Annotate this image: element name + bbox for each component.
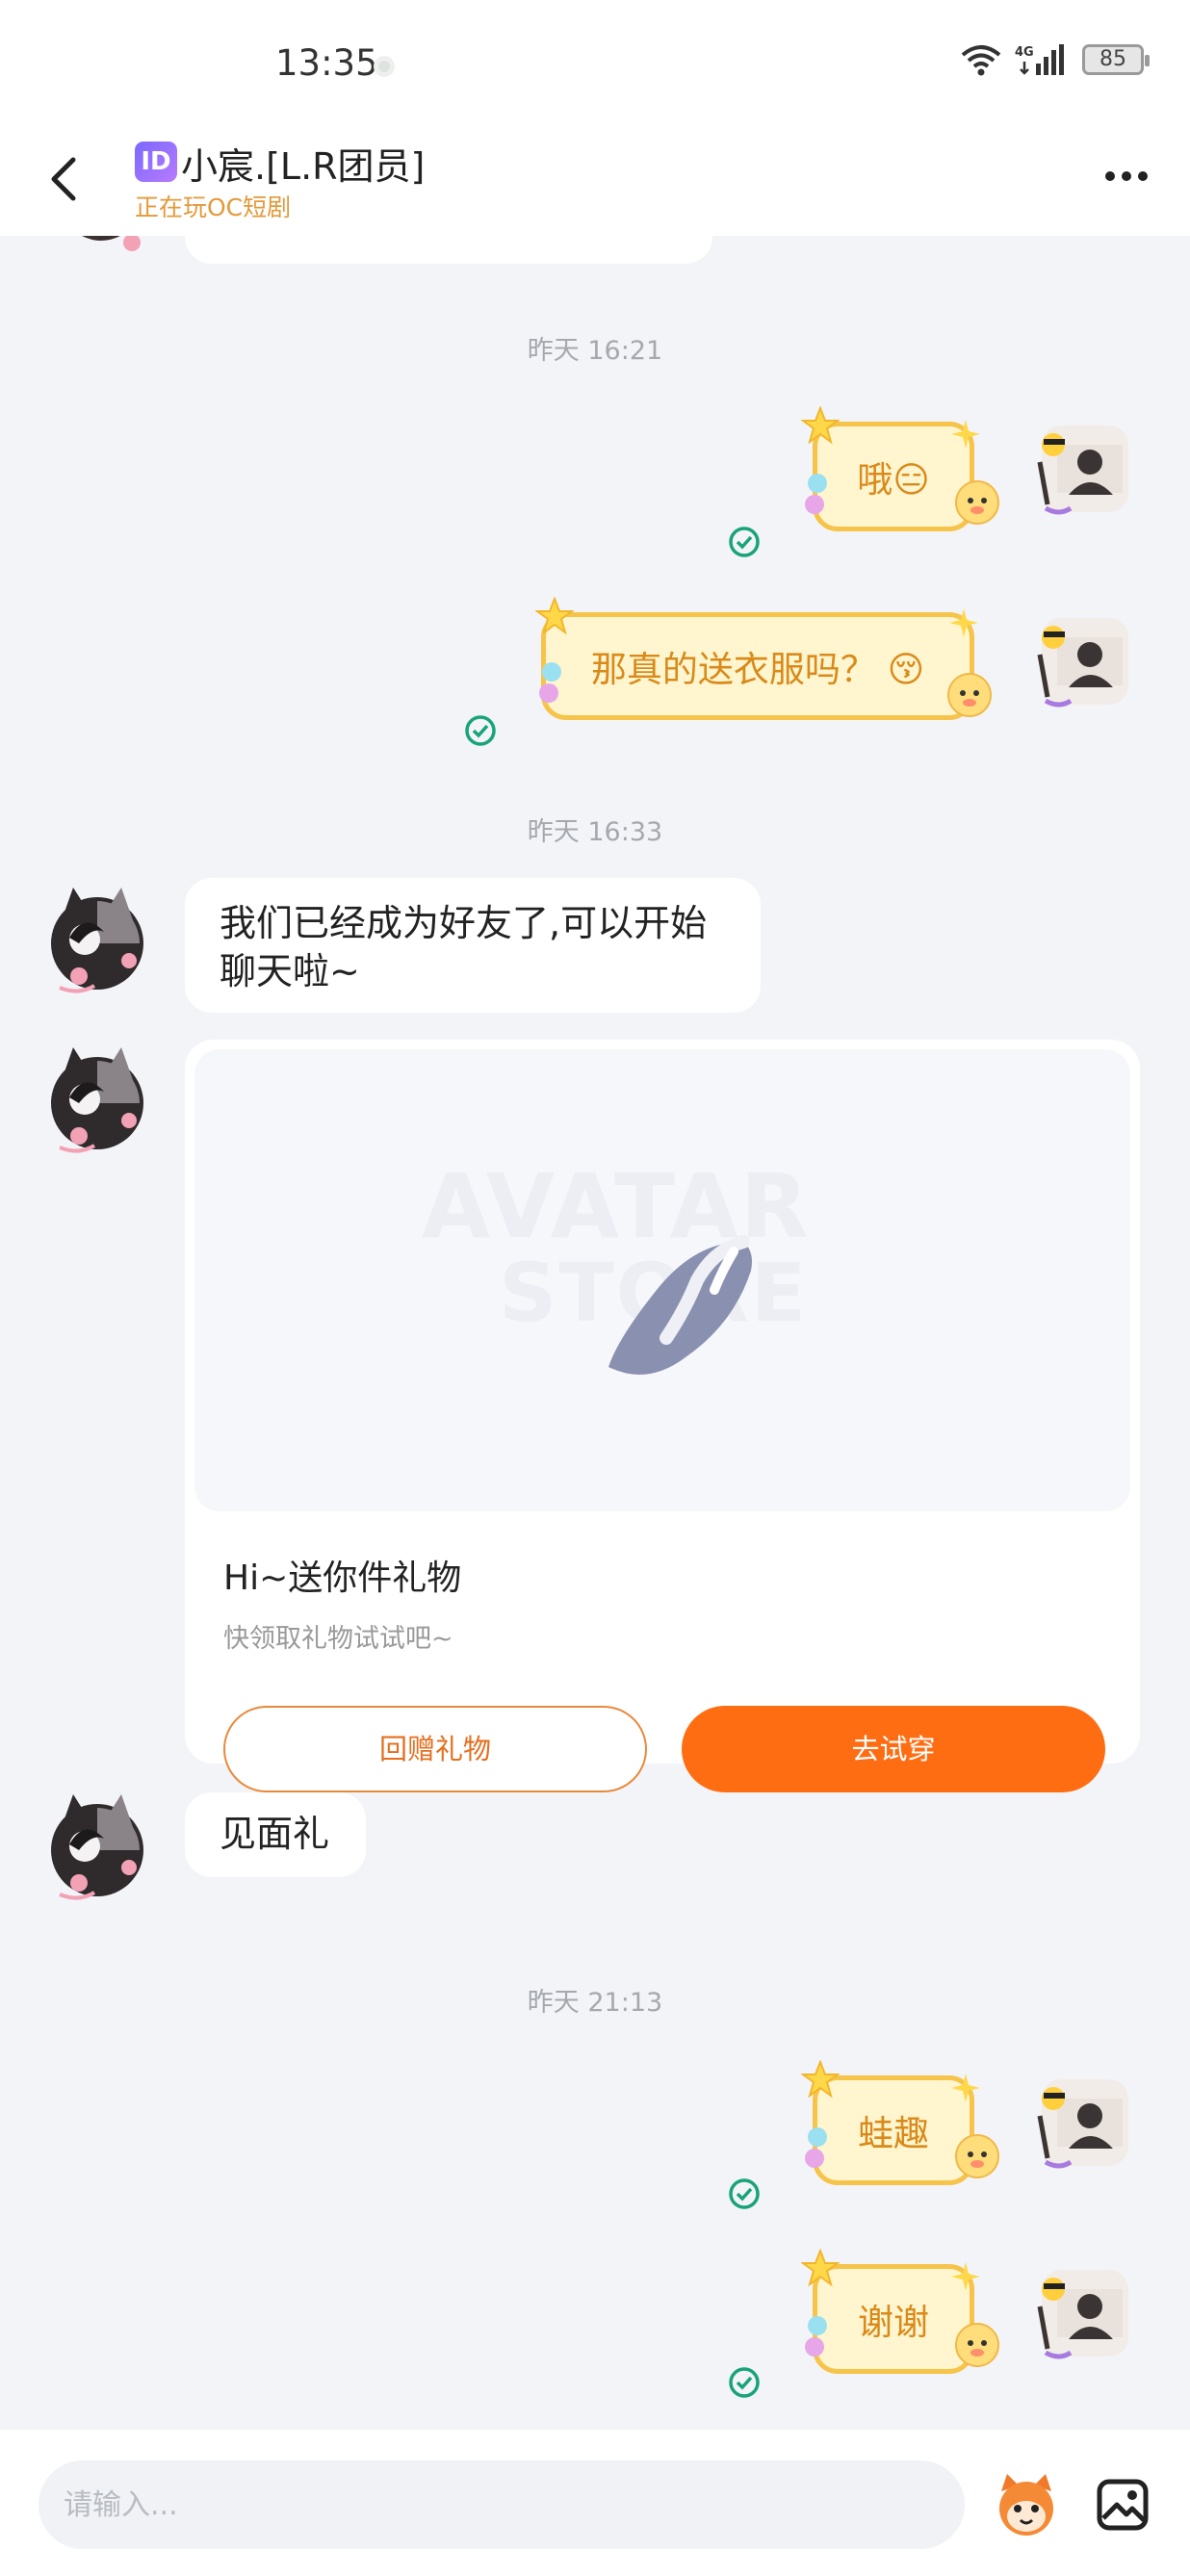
read-check-icon bbox=[465, 715, 496, 746]
friend-avatar[interactable] bbox=[40, 1042, 154, 1155]
more-dot-icon bbox=[1138, 171, 1148, 181]
try-on-button[interactable]: 去试穿 bbox=[682, 1706, 1105, 1792]
chat-title[interactable]: 小宸.[L.R团员] bbox=[181, 137, 425, 190]
more-dot-icon bbox=[1105, 171, 1115, 181]
more-dot-icon bbox=[1122, 171, 1131, 181]
return-gift-button[interactable]: 回赠礼物 bbox=[223, 1706, 647, 1792]
gift-title: Hi~送你件礼物 bbox=[223, 1558, 462, 1598]
status-indicator-dot bbox=[374, 56, 395, 77]
network-label: 4G bbox=[1015, 45, 1034, 60]
received-message[interactable]: 我们已经成为好友了,可以开始聊天啦~ bbox=[185, 878, 761, 1013]
sent-message-text: 谢谢 bbox=[858, 2302, 929, 2343]
chat-status: 正在玩OC短剧 bbox=[135, 193, 292, 221]
gift-preview-image: AVATAR STORE bbox=[194, 1049, 1130, 1511]
friend-avatar[interactable] bbox=[40, 1789, 154, 1902]
top-bar: 13:35 4G 85 ID 小宸.[L.R团员] 正在玩OC短剧 bbox=[0, 0, 1190, 236]
back-button[interactable] bbox=[44, 156, 83, 202]
sparkle-sticker-icon bbox=[951, 2074, 980, 2102]
message-input[interactable] bbox=[39, 2460, 965, 2549]
timestamp: 昨天 16:21 bbox=[527, 336, 663, 366]
received-message[interactable]: 见面礼 bbox=[185, 1792, 366, 1877]
bear-sticker-icon bbox=[955, 2323, 999, 2367]
star-sticker-icon bbox=[801, 2249, 840, 2287]
star-sticker-icon bbox=[801, 406, 840, 445]
sparkle-sticker-icon bbox=[949, 608, 978, 637]
star-sticker-icon bbox=[535, 597, 574, 635]
fur-tail-icon bbox=[608, 1235, 752, 1375]
sparkle-sticker-icon bbox=[951, 2262, 980, 2291]
friend-avatar[interactable] bbox=[40, 882, 154, 995]
sent-message[interactable]: 那真的送衣服吗？ 😚 bbox=[541, 612, 974, 720]
balloon-sticker-icon bbox=[805, 2127, 827, 2168]
bear-sticker-icon bbox=[955, 480, 999, 525]
balloon-sticker-icon bbox=[805, 2316, 827, 2357]
sent-message-text: 那真的送衣服吗？ 😚 bbox=[590, 649, 925, 690]
bear-sticker-icon bbox=[955, 2134, 999, 2178]
more-options-button[interactable] bbox=[1105, 171, 1148, 181]
gift-subtitle: 快领取礼物试试吧~ bbox=[223, 1624, 453, 1654]
balloon-sticker-icon bbox=[805, 474, 827, 514]
timestamp: 昨天 16:33 bbox=[527, 817, 663, 847]
read-check-icon bbox=[729, 2178, 760, 2209]
my-avatar[interactable] bbox=[1032, 2260, 1138, 2366]
my-avatar[interactable] bbox=[1032, 608, 1138, 714]
star-sticker-icon bbox=[801, 2060, 840, 2099]
battery-indicator: 85 bbox=[1082, 44, 1150, 75]
wifi-icon bbox=[961, 45, 1001, 76]
my-avatar[interactable] bbox=[1032, 416, 1138, 522]
sparkle-sticker-icon bbox=[951, 420, 980, 449]
my-avatar[interactable] bbox=[1032, 2070, 1138, 2176]
chat-screen: 13:35 4G 85 ID 小宸.[L.R团员] 正在玩OC短剧 昨天 16:… bbox=[0, 0, 1190, 2576]
balloon-sticker-icon bbox=[539, 662, 561, 703]
gift-card[interactable]: AVATAR STORE Hi~送你件礼物 快领取礼物试试吧~ 回赠礼物 去试穿 bbox=[185, 1040, 1140, 1792]
input-bar bbox=[0, 2430, 1190, 2576]
sent-message-text: 蛙趣 bbox=[858, 2113, 929, 2154]
timestamp: 昨天 21:13 bbox=[527, 1988, 663, 2018]
status-icons: 4G 85 bbox=[961, 42, 1150, 77]
id-badge: ID bbox=[135, 142, 177, 182]
signal-icon: 4G bbox=[1015, 44, 1064, 75]
emoji-sticker-button[interactable] bbox=[992, 2470, 1061, 2539]
image-picker-button[interactable] bbox=[1096, 2478, 1150, 2532]
bear-sticker-icon bbox=[947, 673, 992, 717]
read-check-icon bbox=[729, 2367, 760, 2398]
status-time: 13:35 bbox=[275, 42, 378, 84]
read-check-icon bbox=[729, 527, 760, 557]
sent-message-text: 哦😑 bbox=[857, 459, 930, 501]
